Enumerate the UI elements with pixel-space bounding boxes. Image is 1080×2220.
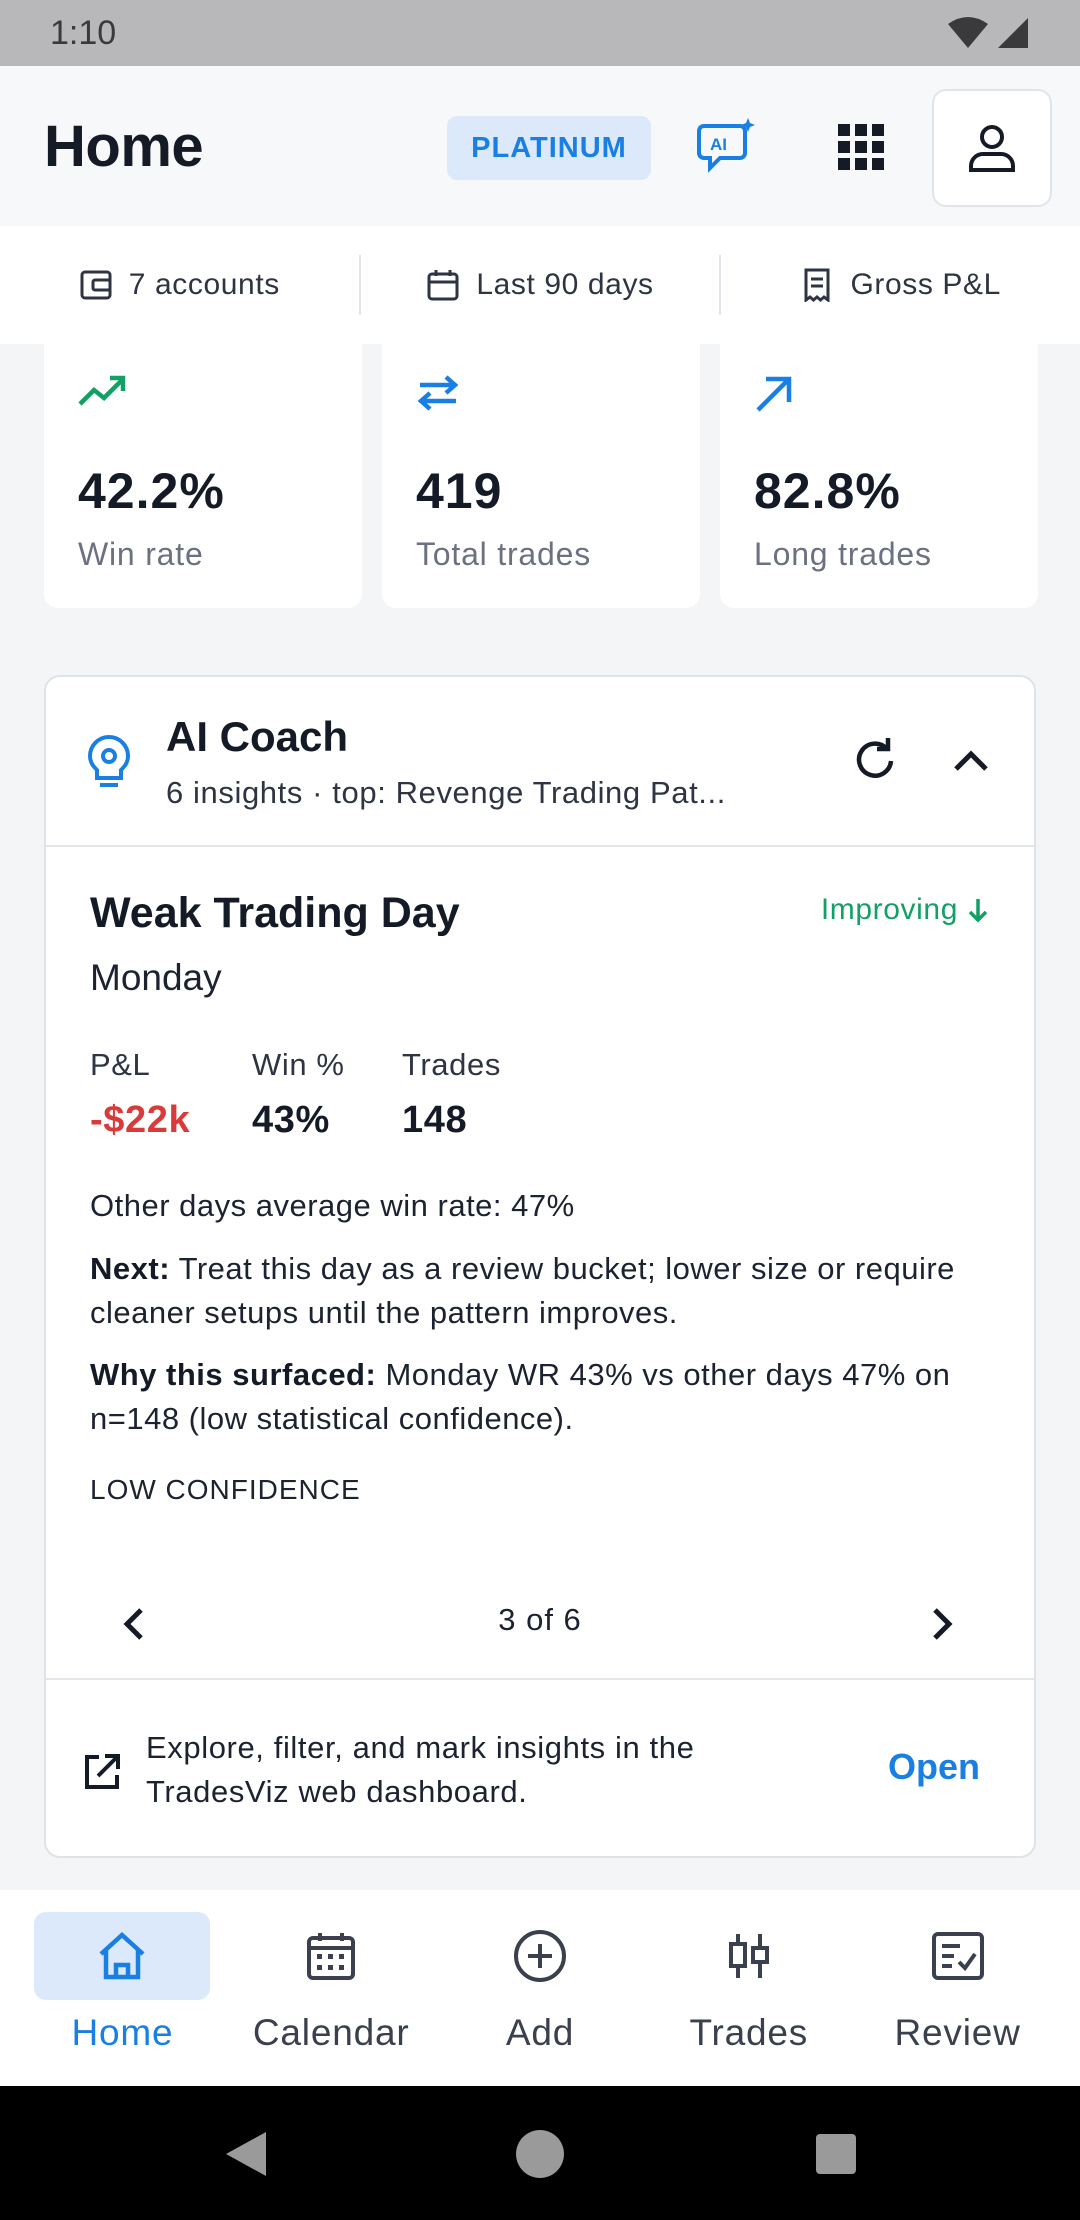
external-link-icon — [85, 1754, 120, 1789]
chevron-left-icon — [123, 1608, 143, 1640]
stat-card-win-rate[interactable]: 42.2% Win rate — [44, 344, 362, 608]
wallet-icon — [80, 270, 112, 300]
status-time: 1:10 — [50, 13, 117, 52]
user-icon — [969, 125, 1015, 172]
nav-add[interactable]: Add — [436, 1890, 645, 2086]
trending-up-icon — [78, 375, 126, 406]
metric-label: Trades — [402, 1047, 501, 1082]
stat-label: Long trades — [754, 536, 932, 572]
arrow-down-icon — [968, 899, 988, 923]
pnl-mode-filter-label: Gross P&L — [850, 268, 1001, 301]
nav-icon-container — [243, 1912, 419, 2000]
accounts-filter[interactable]: 7 accounts — [0, 255, 359, 315]
open-dashboard-link[interactable]: Open — [888, 1746, 980, 1788]
insight-day: Monday — [90, 957, 222, 998]
insight-trend: Improving — [821, 893, 990, 927]
stat-card-total-trades[interactable]: 419 Total trades — [382, 344, 700, 608]
nav-icon-container — [661, 1912, 837, 2000]
stat-label: Total trades — [416, 536, 592, 572]
stat-value: 419 — [416, 463, 503, 519]
brain-bulb-icon — [87, 734, 131, 787]
metric-trades: Trades 148 — [402, 1047, 501, 1142]
ai-coach-subtitle: 6 insights · top: Revenge Trading Pat... — [166, 775, 726, 810]
calendar-icon — [427, 270, 459, 301]
nav-trades[interactable]: Trades — [644, 1890, 853, 2086]
candlestick-icon — [728, 1934, 769, 1978]
next-insight-button[interactable] — [912, 1594, 972, 1654]
review-icon — [931, 1932, 984, 1980]
confidence-label: LOW CONFIDENCE — [90, 1474, 361, 1505]
swap-arrows-icon — [417, 375, 459, 411]
metric-win-pct: Win % 43% — [252, 1047, 345, 1142]
stat-label: Win rate — [78, 536, 204, 572]
system-nav-bar — [0, 2086, 1080, 2220]
nav-label: Calendar — [252, 2012, 410, 2053]
stats-row: 42.2% Win rate 419 Total trades 82.8% Lo… — [44, 344, 1038, 608]
previous-insight-button[interactable] — [104, 1594, 164, 1654]
insight-next: Next: Treat this day as a review bucket;… — [90, 1247, 1000, 1335]
footer-text: Explore, filter, and mark insights in th… — [146, 1730, 695, 1809]
signal-icon — [998, 18, 1028, 48]
metric-value: 43% — [252, 1099, 330, 1141]
insight-why-label: Why this surfaced: — [90, 1357, 377, 1392]
chevron-right-icon — [933, 1608, 953, 1640]
bottom-nav: Home Calendar Add Trades Review — [0, 1890, 1080, 2086]
plus-circle-icon — [513, 1930, 566, 1982]
insight-next-text: Treat this day as a review bucket; lower… — [90, 1251, 955, 1330]
insight-trend-label: Improving — [820, 893, 958, 926]
profile-button[interactable] — [932, 89, 1052, 207]
ai-coach-header[interactable]: AI Coach 6 insights · top: Revenge Tradi… — [46, 677, 1034, 847]
insight-title: Weak Trading Day — [90, 889, 460, 937]
stat-value: 82.8% — [754, 463, 901, 519]
nav-home[interactable]: Home — [18, 1890, 227, 2086]
date-range-filter-label: Last 90 days — [476, 268, 654, 301]
nav-label: Add — [505, 2012, 575, 2053]
insight-pager: 3 of 6 — [46, 1572, 1034, 1672]
pnl-mode-filter[interactable]: Gross P&L — [719, 255, 1080, 315]
filter-bar: 7 accounts Last 90 days Gross P&L — [0, 226, 1080, 344]
metric-label: Win % — [252, 1047, 345, 1082]
metric-label: P&L — [90, 1047, 151, 1082]
accounts-filter-label: 7 accounts — [128, 268, 280, 301]
ai-coach-card: AI Coach 6 insights · top: Revenge Tradi… — [44, 675, 1036, 1858]
nav-label: Home — [71, 2012, 174, 2053]
nav-review[interactable]: Review — [853, 1890, 1062, 2086]
recents-icon[interactable] — [814, 2132, 858, 2176]
nav-calendar[interactable]: Calendar — [227, 1890, 436, 2086]
ai-coach-footer: Explore, filter, and mark insights in th… — [46, 1678, 1034, 1856]
wifi-icon — [948, 17, 988, 48]
home-icon — [99, 1931, 145, 1980]
insight-next-label: Next: — [90, 1251, 171, 1286]
nav-icon-container — [870, 1912, 1046, 2000]
chevron-up-icon[interactable] — [952, 743, 990, 777]
page-title: Home — [44, 113, 204, 179]
ai-coach-title: AI Coach — [166, 713, 349, 760]
metric-value: 148 — [402, 1099, 468, 1141]
pager-text: 3 of 6 — [498, 1602, 582, 1637]
nav-icon-container — [34, 1912, 211, 2000]
nav-label: Trades — [689, 2012, 809, 2053]
nav-label: Review — [894, 2012, 1021, 2053]
insight-why: Why this surfaced: Monday WR 43% vs othe… — [90, 1353, 1000, 1441]
stat-card-long-trades[interactable]: 82.8% Long trades — [720, 344, 1038, 608]
insight-compare: Other days average win rate: 47% — [90, 1188, 575, 1223]
plan-badge[interactable]: PLATINUM — [447, 116, 651, 180]
status-bar: 1:10 — [0, 0, 1080, 66]
nav-icon-container — [452, 1912, 628, 2000]
stat-value: 42.2% — [78, 463, 225, 519]
app-header: Home PLATINUM AI — [0, 66, 1080, 226]
calendar-grid-icon — [307, 1933, 356, 1980]
metric-value: -$22k — [90, 1099, 191, 1141]
refresh-icon[interactable] — [851, 737, 897, 783]
date-range-filter[interactable]: Last 90 days — [358, 255, 720, 315]
svg-text:AI: AI — [710, 135, 727, 154]
ai-chat-icon[interactable]: AI — [692, 112, 762, 182]
metric-pnl: P&L -$22k — [90, 1047, 190, 1142]
arrow-up-right-icon — [756, 376, 792, 412]
home-circle-icon[interactable] — [514, 2128, 566, 2180]
apps-grid-icon[interactable] — [834, 120, 888, 174]
status-icons — [948, 16, 1030, 50]
back-icon[interactable] — [222, 2130, 268, 2178]
receipt-icon — [804, 268, 830, 302]
